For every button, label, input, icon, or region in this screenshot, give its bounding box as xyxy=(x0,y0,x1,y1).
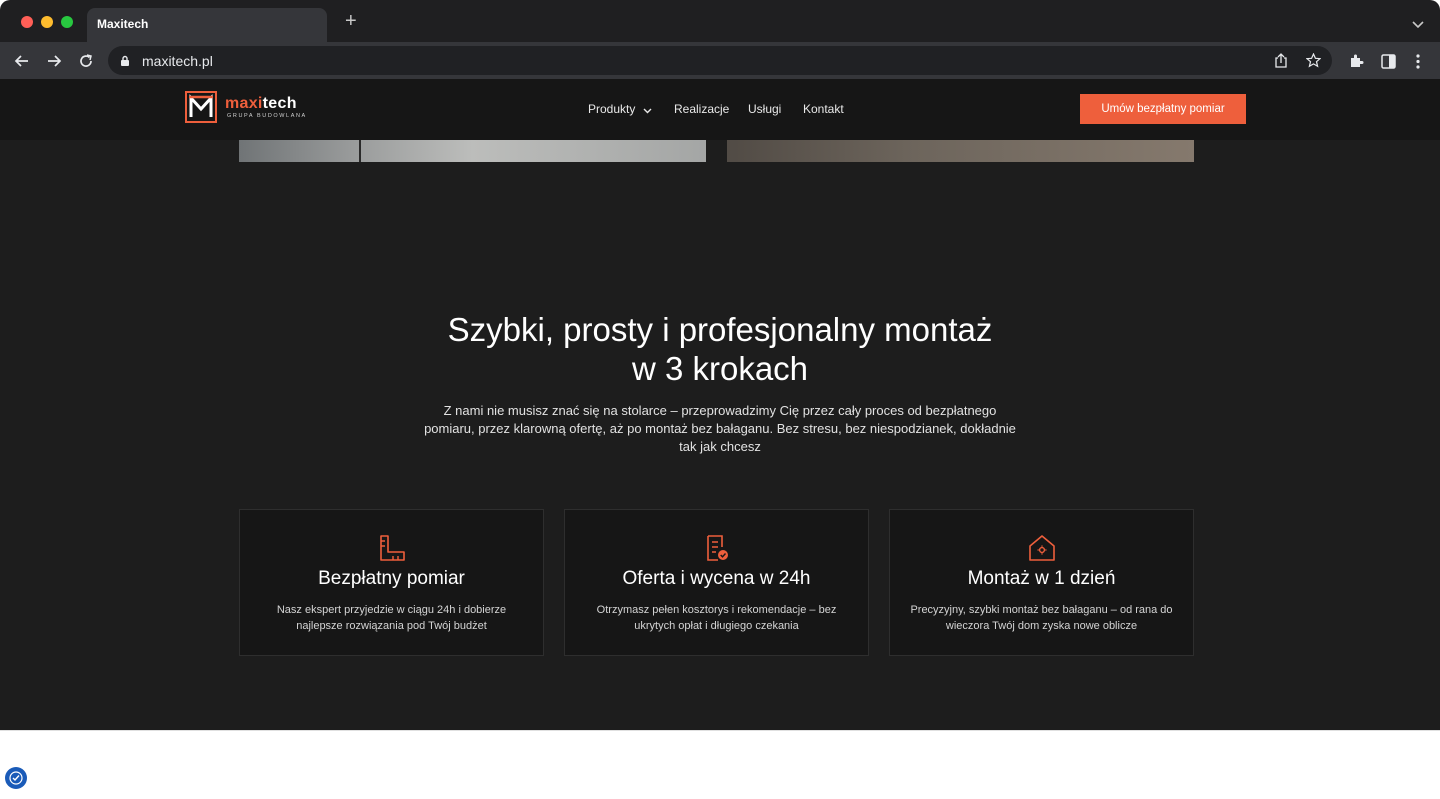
address-bar[interactable]: maxitech.pl xyxy=(108,46,1332,75)
section-heading: Szybki, prosty i profesjonalny montaż w … xyxy=(320,310,1120,388)
web-page: maxitech GRUPA BUDOWLANA Produkty Realiz… xyxy=(0,79,1440,730)
logo-wordmark: maxitech xyxy=(225,95,297,113)
ruler-icon xyxy=(377,533,407,563)
step-title: Bezpłatny pomiar xyxy=(318,568,465,589)
more-menu-icon[interactable] xyxy=(1408,51,1428,71)
maximize-window-button[interactable] xyxy=(61,16,73,28)
extensions-icon[interactable] xyxy=(1346,51,1366,71)
browser-toolbar: maxitech.pl xyxy=(0,42,1440,79)
step-card-offer: Oferta i wycena w 24h Otrzymasz pełen ko… xyxy=(564,509,869,656)
document-check-icon xyxy=(702,533,732,563)
gallery-image-right[interactable] xyxy=(727,140,1194,162)
browser-tab[interactable]: Maxitech xyxy=(87,8,327,42)
step-title: Montaż w 1 dzień xyxy=(967,568,1116,589)
site-logo[interactable]: maxitech GRUPA BUDOWLANA xyxy=(185,91,315,123)
gallery-image-left[interactable] xyxy=(239,140,706,162)
logo-word-a: maxi xyxy=(225,95,263,112)
step-text: Otrzymasz pełen kosztorys i rekomendacje… xyxy=(596,604,837,632)
step-title: Oferta i wycena w 24h xyxy=(622,568,811,589)
nav-realizations[interactable]: Realizacje xyxy=(674,102,729,116)
minimize-window-button[interactable] xyxy=(41,16,53,28)
chevron-down-icon xyxy=(643,103,652,117)
step-card-measurement: Bezpłatny pomiar Nasz ekspert przyjedzie… xyxy=(239,509,544,656)
close-window-button[interactable] xyxy=(21,16,33,28)
heading-line-2: w 3 krokach xyxy=(631,350,809,387)
book-measurement-button[interactable]: Umów bezpłatny pomiar xyxy=(1080,94,1246,124)
step-text: Precyzyjny, szybki montaż bez bałaganu –… xyxy=(910,604,1173,632)
house-gear-icon xyxy=(1027,533,1057,563)
back-arrow-icon[interactable] xyxy=(12,51,32,71)
nav-products-label: Produkty xyxy=(588,102,636,116)
lock-icon xyxy=(120,54,130,72)
logo-word-b: tech xyxy=(262,95,297,112)
step-text: Nasz ekspert przyjedzie w ciągu 24h i do… xyxy=(276,604,507,632)
image-divider xyxy=(359,140,361,162)
side-panel-icon[interactable] xyxy=(1378,51,1398,71)
bookmark-star-icon[interactable] xyxy=(1305,52,1322,73)
nav-services[interactable]: Usługi xyxy=(748,102,781,116)
logo-tagline: GRUPA BUDOWLANA xyxy=(227,113,307,119)
new-tab-button[interactable]: + xyxy=(345,11,357,31)
section-lead: Z nami nie musisz znać się na stolarce –… xyxy=(424,403,1016,454)
step-card-installation: Montaż w 1 dzień Precyzyjny, szybki mont… xyxy=(889,509,1194,656)
accessibility-icon[interactable] xyxy=(5,767,27,789)
share-icon[interactable] xyxy=(1274,53,1288,73)
forward-arrow-icon[interactable] xyxy=(44,51,64,71)
tab-bar: Maxitech + xyxy=(0,0,1440,42)
url-text: maxitech.pl xyxy=(142,53,213,69)
tab-title: Maxitech xyxy=(97,17,149,31)
nav-products[interactable]: Produkty xyxy=(588,102,652,117)
site-header: maxitech GRUPA BUDOWLANA Produkty Realiz… xyxy=(0,79,1440,140)
browser-window: Maxitech + maxitech.pl maxitech GRUPA BU… xyxy=(0,0,1440,799)
logo-mark xyxy=(185,91,217,123)
nav-contact[interactable]: Kontakt xyxy=(803,102,844,116)
heading-line-1: Szybki, prosty i profesjonalny montaż xyxy=(447,311,993,348)
page-footer-area xyxy=(0,730,1440,799)
chevron-down-icon[interactable] xyxy=(1412,16,1424,34)
reload-icon[interactable] xyxy=(76,51,96,71)
